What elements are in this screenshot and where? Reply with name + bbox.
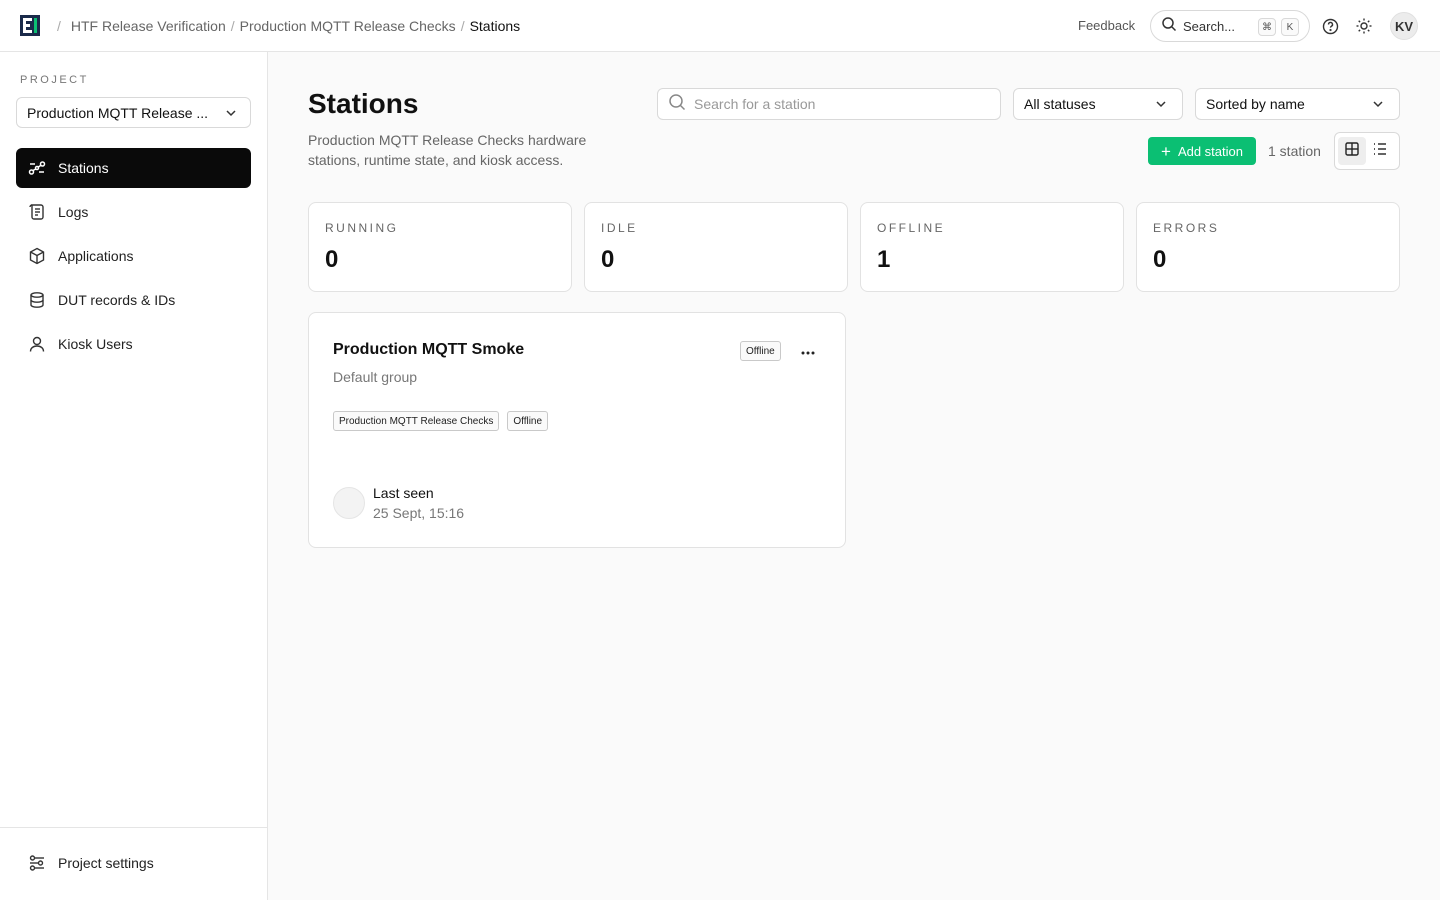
sidebar: PROJECT Production MQTT Release ... Stat… <box>0 52 268 900</box>
sidebar-item-stations[interactable]: Stations <box>16 148 251 188</box>
top-bar: / HTF Release Verification / Production … <box>0 0 1440 52</box>
sort-dropdown[interactable]: Sorted by name <box>1195 88 1400 120</box>
stat-card-offline: OFFLINE 1 <box>860 202 1124 292</box>
sort-value: Sorted by name <box>1206 96 1305 112</box>
chevron-down-icon <box>1371 97 1385 114</box>
sidebar-item-applications[interactable]: Applications <box>16 236 251 276</box>
breadcrumb-separator: / <box>460 18 465 34</box>
status-tag: Offline <box>507 411 549 431</box>
command-key-badge: ⌘ <box>1258 18 1276 36</box>
database-icon <box>28 291 46 309</box>
breadcrumb-separator: / <box>230 18 235 34</box>
page-title: Stations <box>308 88 419 119</box>
breadcrumb-current: Stations <box>469 18 521 34</box>
add-station-label: Add station <box>1177 143 1243 159</box>
project-select[interactable]: Production MQTT Release ... <box>16 97 251 128</box>
view-toggle <box>1334 132 1400 170</box>
project-label: PROJECT <box>20 74 89 86</box>
list-view-button[interactable] <box>1366 137 1394 165</box>
help-icon[interactable] <box>1320 16 1340 36</box>
stat-label: ERRORS <box>1153 221 1220 235</box>
global-search-button[interactable]: Search... ⌘ K <box>1150 10 1310 42</box>
sidebar-item-dut-records[interactable]: DUT records & IDs <box>16 280 251 320</box>
sidebar-nav: Stations Logs Applications DUT records &… <box>16 148 251 368</box>
status-badge: Offline <box>740 341 781 361</box>
station-tags: Production MQTT Release Checks Offline <box>333 411 549 431</box>
last-seen-label: Last seen <box>373 485 434 501</box>
status-filter-dropdown[interactable]: All statuses <box>1013 88 1183 120</box>
stations-icon <box>28 159 46 177</box>
station-search[interactable] <box>657 88 1001 120</box>
plus-icon: + <box>1161 141 1171 161</box>
add-station-button[interactable]: + Add station <box>1148 137 1256 165</box>
project-tag: Production MQTT Release Checks <box>333 411 500 431</box>
sidebar-footer: Project settings <box>0 827 267 900</box>
sidebar-item-label: DUT records & IDs <box>58 292 176 308</box>
page-description: Production MQTT Release Checks hardware … <box>308 132 587 168</box>
stat-label: IDLE <box>601 221 638 235</box>
chevron-down-icon <box>1154 97 1168 114</box>
stat-value: 1 <box>877 246 891 273</box>
station-search-input[interactable] <box>694 96 994 112</box>
app-logo[interactable] <box>20 15 40 36</box>
search-icon <box>668 93 686 116</box>
breadcrumb: / HTF Release Verification / Production … <box>57 0 520 52</box>
project-select-value: Production MQTT Release ... <box>27 104 209 121</box>
ellipsis-icon <box>801 342 815 360</box>
project-settings-link[interactable]: Project settings <box>28 854 154 872</box>
station-count: 1 station <box>1268 143 1321 159</box>
search-icon <box>1161 16 1177 37</box>
grid-view-button[interactable] <box>1338 137 1366 165</box>
stat-value: 0 <box>1153 246 1167 273</box>
sliders-icon <box>28 854 46 872</box>
stat-label: OFFLINE <box>877 221 946 235</box>
stat-value: 0 <box>601 246 615 273</box>
sidebar-item-label: Kiosk Users <box>58 336 133 352</box>
status-filter-value: All statuses <box>1024 96 1096 112</box>
breadcrumb-project[interactable]: Production MQTT Release Checks <box>240 18 456 34</box>
sun-icon[interactable] <box>1354 16 1374 36</box>
box-icon <box>28 247 46 265</box>
stat-card-errors: ERRORS 0 <box>1136 202 1400 292</box>
list-icon <box>1372 141 1388 162</box>
sidebar-item-label: Stations <box>58 160 109 176</box>
sidebar-item-logs[interactable]: Logs <box>16 192 251 232</box>
project-settings-label: Project settings <box>58 855 154 871</box>
station-card[interactable]: Production MQTT Smoke Default group Offl… <box>308 312 846 548</box>
k-key-badge: K <box>1281 18 1299 36</box>
stat-value: 0 <box>325 246 339 273</box>
last-seen-value: 25 Sept, 15:16 <box>373 505 465 521</box>
user-icon <box>28 335 46 353</box>
sidebar-item-label: Applications <box>58 248 134 264</box>
stat-label: RUNNING <box>325 221 399 235</box>
feedback-link[interactable]: Feedback <box>1078 18 1135 33</box>
station-name[interactable]: Production MQTT Smoke <box>333 341 524 359</box>
breadcrumb-separator: / <box>57 18 61 34</box>
station-avatar <box>333 487 365 519</box>
station-group: Default group <box>333 369 418 385</box>
user-avatar[interactable]: KV <box>1390 12 1418 40</box>
stat-card-idle: IDLE 0 <box>584 202 848 292</box>
logs-icon <box>28 203 46 221</box>
sidebar-item-kiosk-users[interactable]: Kiosk Users <box>16 324 251 364</box>
breadcrumb-organization[interactable]: HTF Release Verification <box>71 18 226 34</box>
stat-card-running: RUNNING 0 <box>308 202 572 292</box>
global-search-label: Search... <box>1183 18 1236 34</box>
grid-icon <box>1344 141 1360 162</box>
sidebar-item-label: Logs <box>58 204 89 220</box>
more-options-button[interactable] <box>797 341 819 361</box>
chevron-down-icon <box>224 106 238 123</box>
